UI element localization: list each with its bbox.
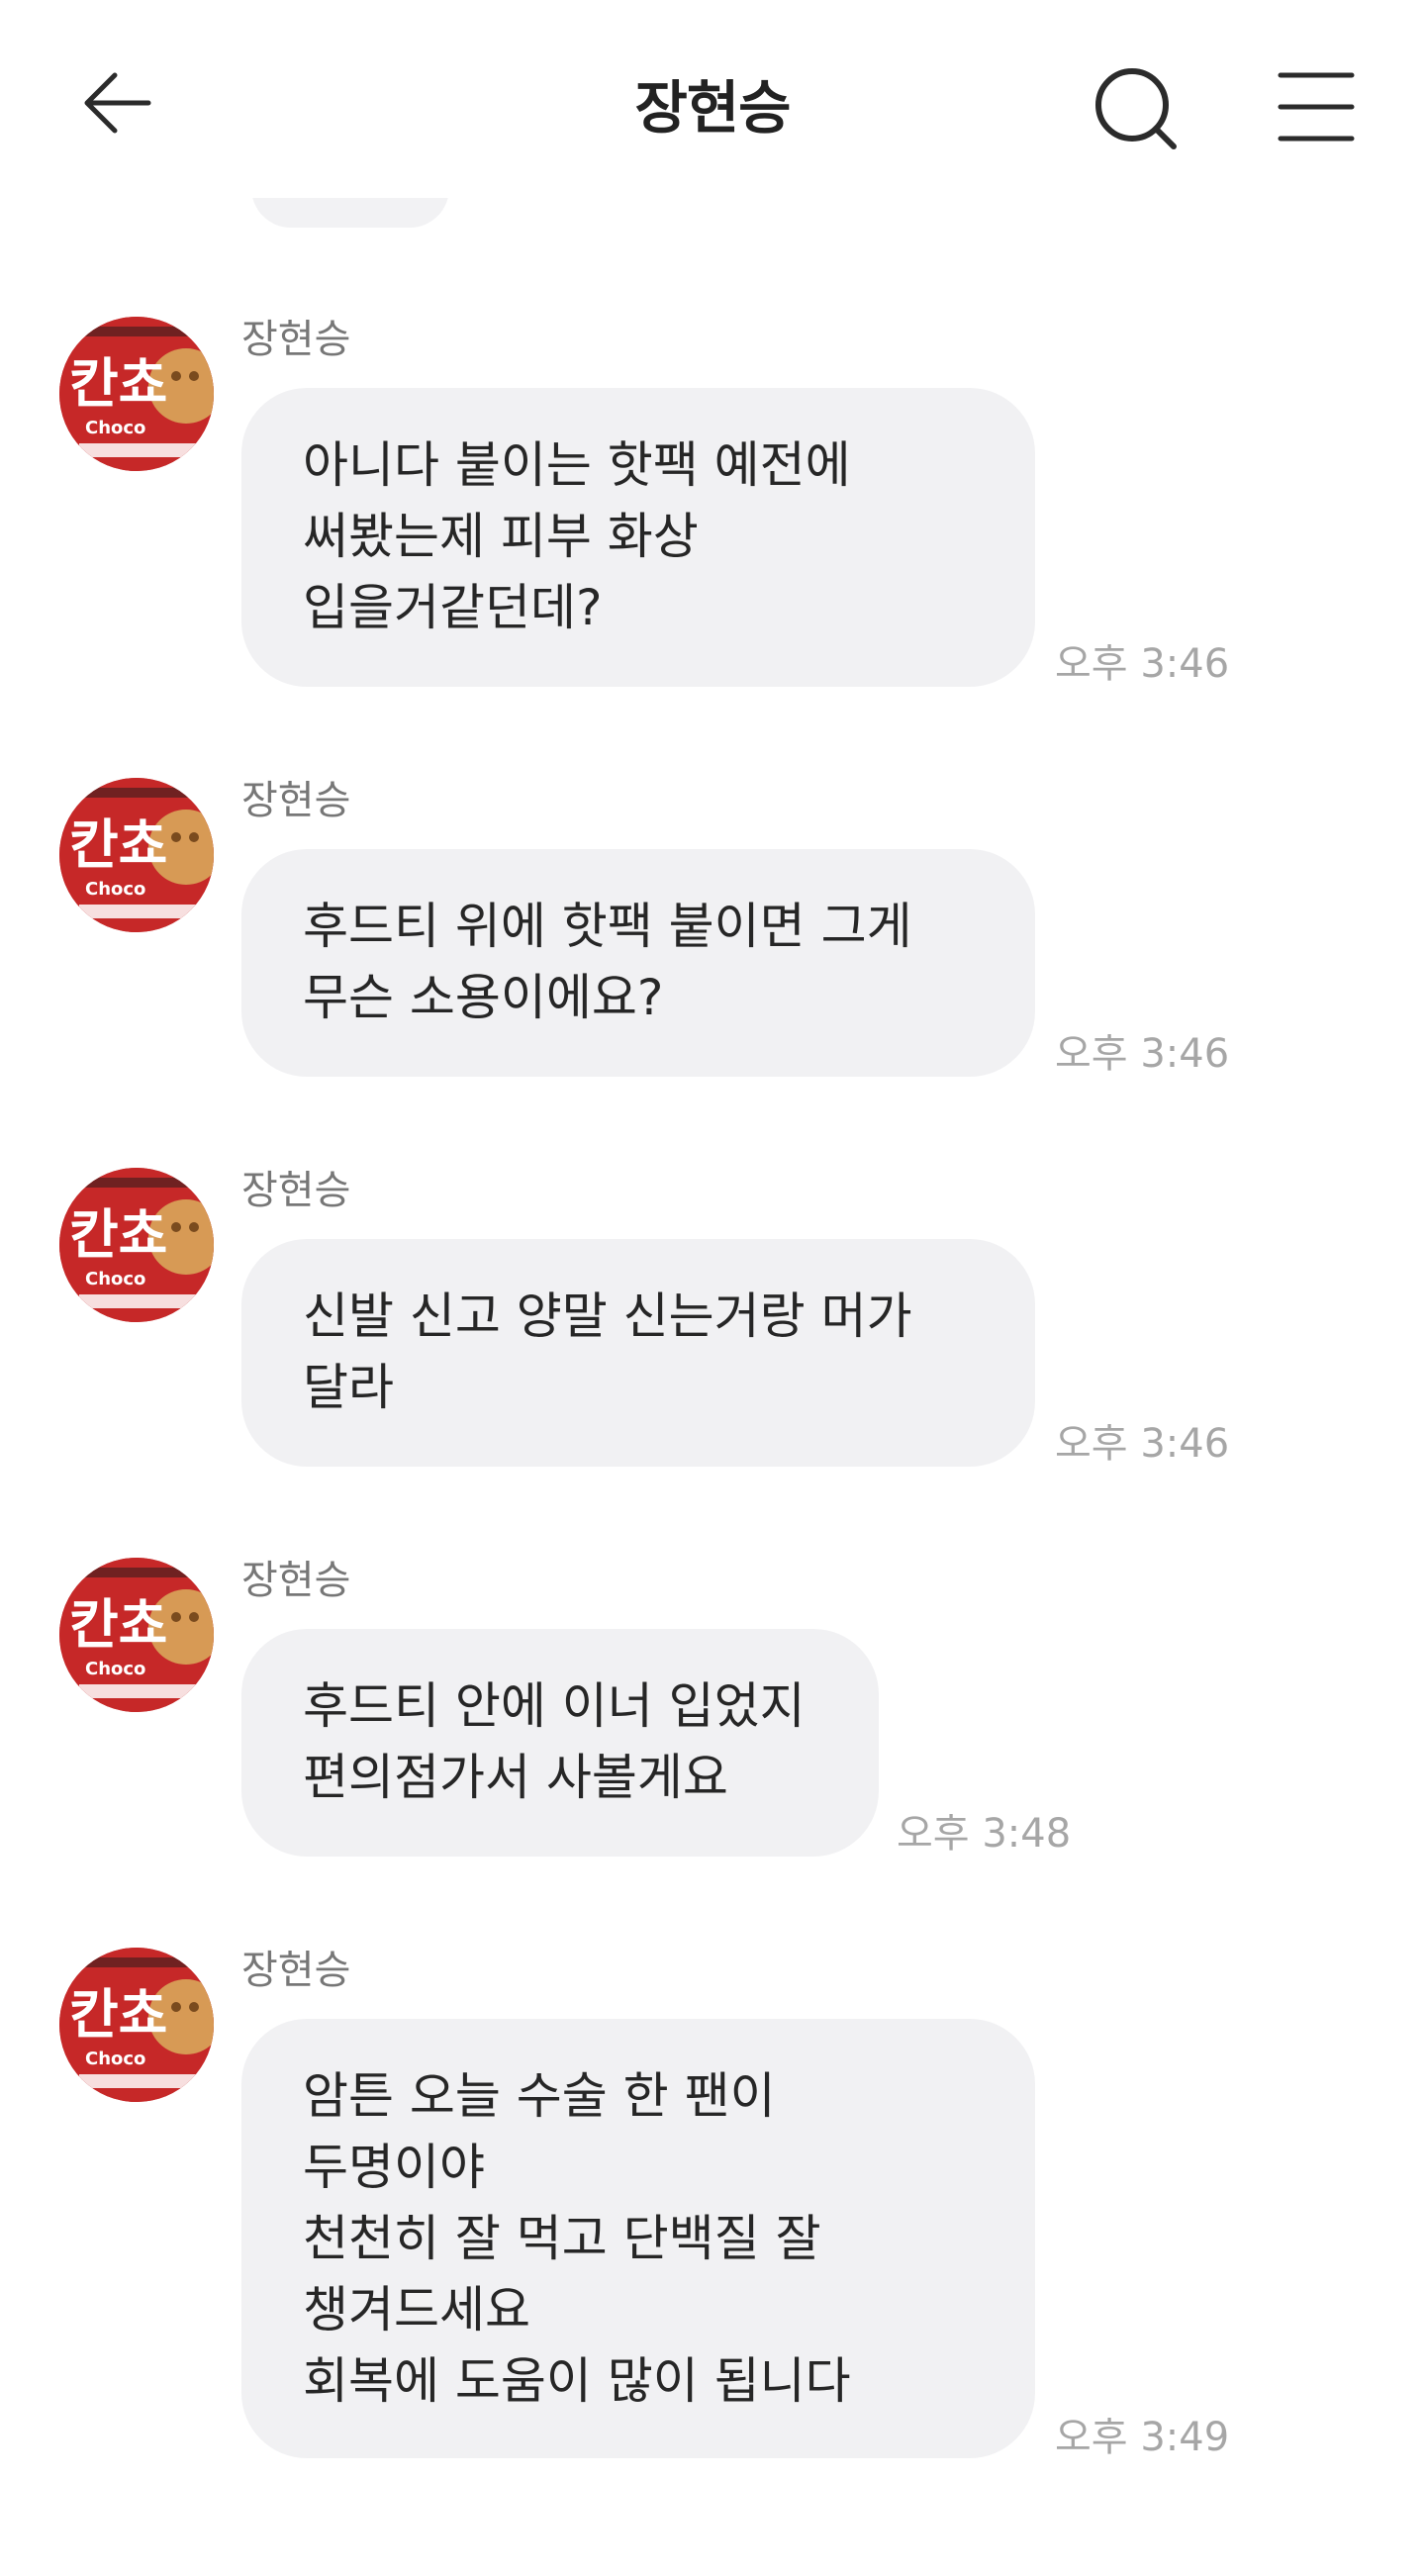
message-timestamp: 오후 3:46 [1055,1421,1230,1467]
avatar-image: 칸쵸 Choco [59,317,214,471]
search-icon[interactable] [1092,65,1182,154]
sender-name: 장현승 [241,778,351,823]
message-line: 회복에 도움이 많이 됩니다 [303,2352,851,2410]
avatar-logo-text: 칸쵸 [69,1203,167,1266]
avatar-image: 칸쵸 Choco [59,778,214,932]
message-line: 후드티 안에 이너 입었지 [303,1677,806,1735]
avatar-image: 칸쵸 Choco [59,1948,214,2102]
message-timestamp: 오후 3:46 [1055,641,1230,687]
message-line: 편의점가서 사볼게요 [303,1749,728,1806]
message-line: 챙겨드세요 [303,2281,530,2338]
avatar-image: 칸쵸 Choco [59,1168,214,1322]
avatar-brand-text: Choco [85,418,145,438]
message-bubble[interactable]: 후드티 안에 이너 입었지 편의점가서 사볼게요 [241,1629,879,1857]
message-timestamp: 오후 3:48 [897,1811,1072,1857]
avatar-image: 칸쵸 Choco [59,1558,214,1712]
message-line: 입을거같던데? [303,579,603,636]
avatar[interactable]: 칸쵸 Choco [59,1168,214,1322]
message-bubble[interactable]: 암튼 오늘 수술 한 팬이 두명이야 천천히 잘 먹고 단백질 잘 챙겨드세요 … [241,2019,1035,2458]
sender-name: 장현승 [241,1168,351,1213]
hamburger-menu-icon[interactable] [1277,69,1356,144]
avatar[interactable]: 칸쵸 Choco [59,778,214,932]
avatar[interactable]: 칸쵸 Choco [59,1948,214,2102]
avatar[interactable]: 칸쵸 Choco [59,1558,214,1712]
sender-name: 장현승 [241,317,351,362]
message-line: 후드티 위에 핫팩 붙이면 그게 [303,898,912,955]
message-line: 써봤는제 피부 화상 [303,508,699,565]
sender-name: 장현승 [241,1948,351,1993]
message-line: 신발 신고 양말 신는거랑 머가 [303,1288,912,1345]
avatar-brand-text: Choco [85,879,145,900]
message-bubble[interactable]: 아니다 붙이는 핫팩 예전에 써봤는제 피부 화상 입을거같던데? [241,388,1035,687]
message-line: 암튼 오늘 수술 한 팬이 [303,2067,776,2125]
message-line: 아니다 붙이는 핫팩 예전에 [303,436,851,494]
message-line: 달라 [303,1359,394,1416]
avatar-logo-text: 칸쵸 [69,813,167,876]
avatar-brand-text: Choco [85,1269,145,1289]
message-bubble[interactable]: 후드티 위에 핫팩 붙이면 그게 무슨 소용이에요? [241,849,1035,1077]
avatar-logo-text: 칸쵸 [69,1593,167,1656]
message-line: 무슨 소용이에요? [303,969,664,1026]
message-timestamp: 오후 3:46 [1055,1031,1230,1077]
chat-title: 장현승 [634,74,791,142]
avatar-brand-text: Choco [85,1659,145,1679]
avatar[interactable]: 칸쵸 Choco [59,317,214,471]
chat-header: 장현승 [0,0,1425,198]
avatar-logo-text: 칸쵸 [69,352,167,415]
message-timestamp: 오후 3:49 [1055,2415,1230,2460]
sender-name: 장현승 [241,1558,351,1603]
avatar-logo-text: 칸쵸 [69,1983,167,2046]
message-bubble[interactable]: 신발 신고 양말 신는거랑 머가 달라 [241,1239,1035,1467]
message-line: 천천히 잘 먹고 단백질 잘 [303,2210,821,2267]
message-line: 두명이야 [303,2139,485,2196]
avatar-brand-text: Choco [85,2049,145,2069]
